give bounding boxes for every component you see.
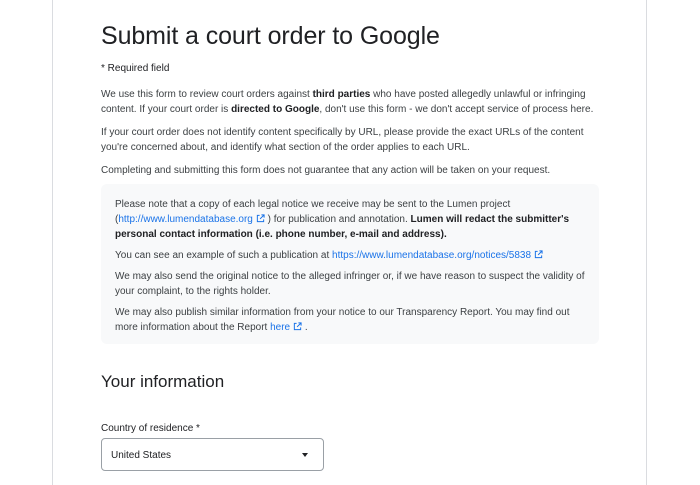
country-label: Country of residence * bbox=[101, 423, 200, 434]
page-border-left bbox=[52, 0, 53, 485]
external-link-icon bbox=[534, 250, 543, 259]
example-notice-link-text: https://www.lumendatabase.org/notices/58… bbox=[332, 250, 532, 261]
notice-text: . bbox=[302, 322, 308, 333]
intro-paragraph-disclaimer: Completing and submitting this form does… bbox=[101, 165, 551, 176]
intro-text: We use this form to review court orders … bbox=[101, 89, 313, 100]
transparency-report-link-text: here bbox=[270, 322, 291, 333]
intro-emphasis-third-parties: third parties bbox=[312, 89, 371, 100]
lumen-notice-box: Please note that a copy of each legal no… bbox=[101, 184, 599, 344]
section-heading-your-information: Your information bbox=[101, 372, 225, 391]
external-link-icon bbox=[293, 322, 302, 331]
intro-emphasis-directed-to-google: directed to Google bbox=[231, 104, 320, 115]
country-select-value: United States bbox=[111, 450, 172, 461]
lumen-link-text: http://www.lumendatabase.org bbox=[118, 214, 253, 225]
country-select[interactable]: United States bbox=[101, 438, 324, 471]
notice-paragraph-infringer: We may also send the original notice to … bbox=[115, 271, 585, 297]
page-title: Submit a court order to Google bbox=[101, 22, 440, 50]
page-border-right bbox=[646, 0, 647, 485]
notice-text: We may also publish similar information … bbox=[115, 307, 570, 333]
intro-paragraph-scope: We use this form to review court orders … bbox=[101, 87, 597, 117]
required-field-note: * Required field bbox=[101, 63, 170, 74]
notice-paragraph-lumen: Please note that a copy of each legal no… bbox=[115, 197, 585, 242]
chevron-down-icon bbox=[302, 453, 308, 457]
external-link-icon bbox=[256, 214, 265, 223]
lumen-link[interactable]: http://www.lumendatabase.org bbox=[118, 214, 265, 225]
notice-text: You can see an example of such a publica… bbox=[115, 250, 333, 261]
notice-text: ) for publication and annotation. bbox=[264, 214, 411, 225]
intro-text: , don't use this form - we don't accept … bbox=[319, 104, 594, 115]
intro-paragraph-urls: If your court order does not identify co… bbox=[101, 127, 584, 153]
notice-paragraph-transparency: We may also publish similar information … bbox=[115, 305, 585, 335]
transparency-report-link[interactable]: here bbox=[270, 322, 302, 333]
notice-paragraph-example: You can see an example of such a publica… bbox=[115, 248, 585, 263]
example-notice-link[interactable]: https://www.lumendatabase.org/notices/58… bbox=[332, 250, 543, 261]
